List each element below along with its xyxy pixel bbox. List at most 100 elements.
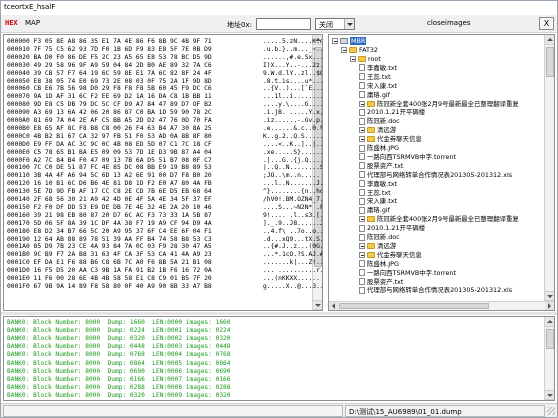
tree-node[interactable]: 一路向西TSRMVB中字.torrent <box>359 153 456 161</box>
file-icon <box>359 233 365 241</box>
hex-row[interactable]: 000130 5E 7D 9D FB AF 17 CC C8 2E CD 7B … <box>7 188 322 195</box>
hex-row[interactable]: 000000 F3 05 8E A8 86 35 E1 7A 4E 86 F6 … <box>7 38 322 45</box>
tree-node[interactable]: 李嘉敏.txt <box>359 64 397 72</box>
map-view-button[interactable]: MAP <box>25 19 40 27</box>
hex-row[interactable]: 0000A0 81 69 7A 04 2E AF C5 BB A5 2D D2 … <box>7 117 322 124</box>
hex-row[interactable]: 0001D0 16 F5 D5 20 AA C3 9B 1A FA 91 B2 … <box>7 267 322 274</box>
collapse-icon[interactable] <box>332 38 338 44</box>
hex-offset: 0001B0 <box>7 251 30 259</box>
tree-node[interactable]: 王蕊.txt <box>359 73 391 81</box>
collapse-icon[interactable] <box>359 127 365 134</box>
hex-row[interactable]: 000070 9A 1D AF 31 6C F2 EE 69 D2 1A 16 … <box>7 93 322 100</box>
tree-node[interactable]: 陈冠新.doc <box>359 117 400 125</box>
hex-row[interactable]: 000050 E8 38 05 74 E0 69 73 2E 08 03 0F … <box>7 78 322 85</box>
tree-node[interactable]: 代理部与网络转单合作情况表201305-201312.xls <box>359 171 512 179</box>
hex-row[interactable]: 0000D0 E9 FF DA AC 3C 9C 0C 4B 08 ED 5D … <box>7 141 322 148</box>
scroll-right-icon[interactable] <box>545 302 554 310</box>
tree-node[interactable]: 一路向西TSRMVB中字.torrent <box>359 269 456 277</box>
tree-node[interactable]: 2010.1.21开平碉楼 <box>359 224 425 232</box>
tree-node[interactable]: 宋入康.txt <box>359 197 397 205</box>
tree-node[interactable]: 陈冠新全套400张2月9号最新最全已整理翻译重复 <box>359 100 519 108</box>
tree-node[interactable]: 陈盛林.JPG <box>359 260 399 268</box>
hex-offset: 0000E0 <box>7 148 30 156</box>
hex-bytes: A2 7C 84 B4 F0 47 09 13 7B 6A D5 51 B7 0… <box>33 156 212 164</box>
collapse-icon[interactable] <box>359 216 365 223</box>
hex-row[interactable]: 000110 3B 4A 4F A6 94 5C 6D 13 A2 6E 91 … <box>7 172 320 179</box>
hex-row[interactable]: 000040 39 CB 57 F7 64 19 6C 59 8E E1 7A … <box>7 70 322 77</box>
log-output[interactable]: BANK0: Block Number: 8000 Dump: 1660 LEN… <box>3 316 555 401</box>
tree-node[interactable]: 代金券聊天信息 <box>359 251 422 259</box>
scroll-thumb[interactable] <box>546 47 554 77</box>
tree-node[interactable]: 清远游 <box>359 126 396 134</box>
log-scrollbar[interactable] <box>544 317 554 400</box>
tree-node[interactable]: 陈盛林.JPG <box>359 144 399 152</box>
tree-node[interactable]: 陈冠新全套400张2月9号最新最全已整理翻译重复 <box>359 215 519 223</box>
hex-row[interactable]: 000090 A3 69 13 6A 42 06 20 86 87 C0 BA … <box>7 109 322 116</box>
hex-row[interactable]: 0001A0 85 D9 7B 23 CE 4A 93 84 7A 0C 03 … <box>7 243 322 250</box>
hex-row[interactable]: 000100 7C C0 DE 51 87 FC 4E 85 DC 08 BB … <box>7 164 322 171</box>
tree-node[interactable]: 代理部与网络转单合作情况表201305-201312.xls <box>359 286 512 294</box>
collapse-icon[interactable] <box>359 100 365 107</box>
collapse-icon[interactable] <box>341 47 347 53</box>
tree-node-label: 宋入康.txt <box>367 81 397 90</box>
hscroll-thumb[interactable] <box>339 303 489 309</box>
hex-row[interactable]: 0000B0 E8 65 AF 8C F8 B8 C8 00 26 F4 63 … <box>7 125 322 132</box>
hex-row[interactable]: 000120 16 10 B1 6C D6 B6 4E 81 D8 1D F2 … <box>7 180 322 187</box>
hex-row[interactable]: 000060 CB E6 7B 56 98 D0 29 F8 F8 F8 5B … <box>7 85 322 93</box>
tree-node[interactable]: 2010.1.21开平碉楼 <box>359 108 425 116</box>
scroll-left-icon[interactable] <box>329 302 338 310</box>
hex-row[interactable]: 0001B0 9C B9 F7 2A B8 31 63 4F CA 3F 53 … <box>7 251 322 259</box>
hex-row[interactable]: 0001F0 67 9B 9A 14 89 F8 58 80 0F 40 A9 … <box>7 283 322 290</box>
tree-node[interactable]: 庸珞.gif <box>359 206 390 214</box>
hex-offset: 000060 <box>7 85 30 93</box>
hex-row[interactable]: 000170 5D 06 5F 8A 39 1C DF 4A 38 F7 19 … <box>7 220 322 227</box>
collapse-icon[interactable] <box>359 136 365 143</box>
scroll-up-icon[interactable] <box>545 317 554 327</box>
tree-scrollbar[interactable] <box>544 35 554 301</box>
tree-node[interactable]: 代金券聊天信息 <box>359 135 422 143</box>
collapse-icon[interactable] <box>359 251 365 258</box>
collapse-icon[interactable] <box>350 56 356 62</box>
scroll-down-icon[interactable] <box>545 291 554 301</box>
hex-row[interactable]: 0000F0 A2 7C 84 B4 F0 47 09 13 7B 6A D5 … <box>7 156 322 164</box>
scroll-thumb[interactable] <box>546 329 554 349</box>
tree-node[interactable]: 陈冠新.doc <box>359 233 400 241</box>
hex-row[interactable]: 000080 9D E8 C5 DB 79 DC 5C CF D9 A7 84 … <box>7 101 322 108</box>
mode-select[interactable]: 关闭 <box>315 18 355 30</box>
tree-node[interactable]: 王蕊.txt <box>359 189 391 197</box>
hex-row[interactable]: 0001C0 EF DA E1 F6 88 B6 C8 6B 7C A0 F6 … <box>7 259 322 266</box>
scroll-down-icon[interactable] <box>313 300 322 310</box>
tree-node[interactable]: 宋入康.txt <box>359 82 397 90</box>
hex-row[interactable]: 0000E0 C5 78 65 B1 BA E5 09 09 53 7D 1E … <box>7 148 322 156</box>
hex-row[interactable]: 000190 12 64 AB 88 89 78 51 39 AA FF B4 … <box>7 236 322 243</box>
hex-view-button[interactable]: HEX <box>5 19 18 27</box>
hex-bytes: 7F 75 C5 62 93 7D F0 1B 6D F9 83 E8 5F 7… <box>33 45 212 53</box>
hex-row[interactable]: 000180 E8 D2 34 B7 66 5C 20 A9 95 37 6F … <box>7 228 322 235</box>
hex-row[interactable]: 000030 49 29 58 96 9F A9 59 04 84 2D B0 … <box>7 62 322 69</box>
hex-row[interactable]: 0000C0 4B B2 B1 67 CA 32 97 FB 51 F0 53 … <box>7 133 322 140</box>
hex-row[interactable]: 000020 BA D0 F0 86 DE F5 2C 23 A5 65 E8 … <box>7 54 322 61</box>
scroll-up-icon[interactable] <box>545 35 554 45</box>
scroll-down-icon[interactable] <box>545 390 554 400</box>
tree-hscrollbar[interactable] <box>329 301 554 310</box>
collapse-icon[interactable] <box>359 242 365 249</box>
hex-row[interactable]: 000140 2F 68 56 30 21 A9 42 4D 0E 4F 5A … <box>7 196 322 203</box>
resize-grip-icon[interactable] <box>547 407 555 415</box>
hex-row[interactable]: 000010 7F 75 C5 62 93 7D F0 1B 6D F9 83 … <box>7 45 322 53</box>
pane-splitter[interactable] <box>1 312 557 315</box>
tree-node[interactable]: 庸珞.gif <box>359 91 390 99</box>
tree-node[interactable]: 清远游 <box>359 242 396 250</box>
hex-row[interactable]: 0001E0 11 F6 00 28 6E 4B 4B 58 58 E1 C8 … <box>7 275 320 282</box>
close-button[interactable]: X <box>539 17 554 30</box>
tree-node[interactable]: MBR <box>332 37 367 45</box>
hex-view[interactable]: 000000 F3 05 8E A8 86 35 E1 7A 4E 86 F6 … <box>3 34 323 311</box>
tree-node[interactable]: FAT32 <box>341 46 378 54</box>
hex-row[interactable]: 000150 F2 F0 DF DD 53 E9 DE DB 7E 4E 32 … <box>7 204 322 211</box>
file-tree[interactable]: MBR FAT32 root 李嘉敏.txt 王蕊.txt 宋入康.txt 庸珞.gif 陈冠… <box>328 34 555 311</box>
address-input[interactable] <box>256 18 311 30</box>
hex-row[interactable]: 000160 39 21 98 EB 80 87 20 D7 6C AC F3 … <box>7 212 322 219</box>
tree-node[interactable]: 股票资产.txt <box>359 278 403 286</box>
tree-node[interactable]: 李嘉敏.txt <box>359 180 397 188</box>
tree-node[interactable]: root <box>350 55 381 63</box>
tree-node[interactable]: 股票资产.txt <box>359 162 403 170</box>
